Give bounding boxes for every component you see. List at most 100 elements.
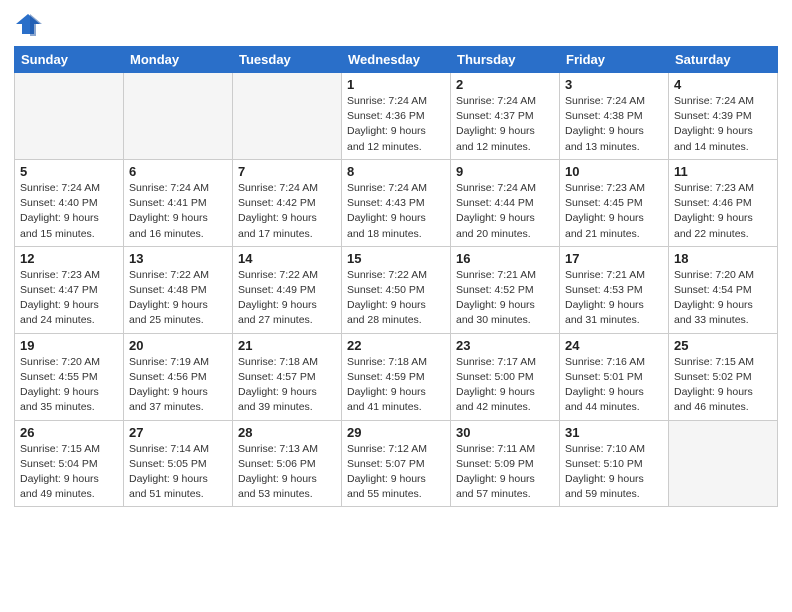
calendar-cell: 22 Sunrise: 7:18 AM Sunset: 4:59 PM Dayli… (342, 333, 451, 420)
day-info: Sunrise: 7:22 AM Sunset: 4:48 PM Dayligh… (129, 268, 227, 329)
day-info: Sunrise: 7:24 AM Sunset: 4:38 PM Dayligh… (565, 94, 663, 155)
header (14, 10, 778, 38)
calendar-cell: 9 Sunrise: 7:24 AM Sunset: 4:44 PM Daylig… (451, 159, 560, 246)
day-number: 30 (456, 425, 554, 440)
calendar-cell: 4 Sunrise: 7:24 AM Sunset: 4:39 PM Daylig… (669, 73, 778, 160)
day-info: Sunrise: 7:24 AM Sunset: 4:36 PM Dayligh… (347, 94, 445, 155)
calendar-cell: 16 Sunrise: 7:21 AM Sunset: 4:52 PM Dayli… (451, 246, 560, 333)
day-number: 22 (347, 338, 445, 353)
day-number: 6 (129, 164, 227, 179)
day-info: Sunrise: 7:19 AM Sunset: 4:56 PM Dayligh… (129, 355, 227, 416)
calendar-cell: 20 Sunrise: 7:19 AM Sunset: 4:56 PM Dayli… (124, 333, 233, 420)
day-number: 9 (456, 164, 554, 179)
day-info: Sunrise: 7:12 AM Sunset: 5:07 PM Dayligh… (347, 442, 445, 503)
calendar-week-row: 5 Sunrise: 7:24 AM Sunset: 4:40 PM Daylig… (15, 159, 778, 246)
calendar-cell: 29 Sunrise: 7:12 AM Sunset: 5:07 PM Dayli… (342, 420, 451, 507)
calendar-cell: 7 Sunrise: 7:24 AM Sunset: 4:42 PM Daylig… (233, 159, 342, 246)
day-info: Sunrise: 7:11 AM Sunset: 5:09 PM Dayligh… (456, 442, 554, 503)
calendar-cell (124, 73, 233, 160)
day-number: 5 (20, 164, 118, 179)
calendar-cell: 12Sunrise: 7:23 AM Sunset: 4:47 PM Dayli… (15, 246, 124, 333)
calendar-header-friday: Friday (560, 47, 669, 73)
calendar-cell: 6Sunrise: 7:24 AM Sunset: 4:41 PM Daylig… (124, 159, 233, 246)
day-number: 25 (674, 338, 772, 353)
calendar-cell: 3 Sunrise: 7:24 AM Sunset: 4:38 PM Daylig… (560, 73, 669, 160)
day-number: 27 (129, 425, 227, 440)
day-info: Sunrise: 7:24 AM Sunset: 4:42 PM Dayligh… (238, 181, 336, 242)
calendar-cell: 2 Sunrise: 7:24 AM Sunset: 4:37 PM Daylig… (451, 73, 560, 160)
day-info: Sunrise: 7:13 AM Sunset: 5:06 PM Dayligh… (238, 442, 336, 503)
day-info: Sunrise: 7:24 AM Sunset: 4:44 PM Dayligh… (456, 181, 554, 242)
day-number: 2 (456, 77, 554, 92)
day-number: 10 (565, 164, 663, 179)
calendar-cell: 15 Sunrise: 7:22 AM Sunset: 4:50 PM Dayli… (342, 246, 451, 333)
calendar-cell: 11Sunrise: 7:23 AM Sunset: 4:46 PM Dayli… (669, 159, 778, 246)
calendar-cell: 28 Sunrise: 7:13 AM Sunset: 5:06 PM Dayli… (233, 420, 342, 507)
day-info: Sunrise: 7:14 AM Sunset: 5:05 PM Dayligh… (129, 442, 227, 503)
day-number: 7 (238, 164, 336, 179)
calendar-cell (233, 73, 342, 160)
day-info: Sunrise: 7:22 AM Sunset: 4:50 PM Dayligh… (347, 268, 445, 329)
day-number: 4 (674, 77, 772, 92)
calendar-cell: 27 Sunrise: 7:14 AM Sunset: 5:05 PM Dayli… (124, 420, 233, 507)
day-info: Sunrise: 7:21 AM Sunset: 4:52 PM Dayligh… (456, 268, 554, 329)
calendar-cell: 23 Sunrise: 7:17 AM Sunset: 5:00 PM Dayli… (451, 333, 560, 420)
day-info: Sunrise: 7:20 AM Sunset: 4:54 PM Dayligh… (674, 268, 772, 329)
day-info: Sunrise: 7:18 AM Sunset: 4:57 PM Dayligh… (238, 355, 336, 416)
day-number: 13 (129, 251, 227, 266)
day-number: 8 (347, 164, 445, 179)
day-number: 23 (456, 338, 554, 353)
day-info: Sunrise: 7:22 AM Sunset: 4:49 PM Dayligh… (238, 268, 336, 329)
day-info: Sunrise: 7:18 AM Sunset: 4:59 PM Dayligh… (347, 355, 445, 416)
calendar-cell: 14Sunrise: 7:22 AM Sunset: 4:49 PM Dayli… (233, 246, 342, 333)
calendar-cell: 31 Sunrise: 7:10 AM Sunset: 5:10 PM Dayli… (560, 420, 669, 507)
day-number: 26 (20, 425, 118, 440)
calendar-cell: 1 Sunrise: 7:24 AM Sunset: 4:36 PM Daylig… (342, 73, 451, 160)
calendar-cell: 8 Sunrise: 7:24 AM Sunset: 4:43 PM Daylig… (342, 159, 451, 246)
day-number: 3 (565, 77, 663, 92)
calendar-cell: 17 Sunrise: 7:21 AM Sunset: 4:53 PM Dayli… (560, 246, 669, 333)
day-info: Sunrise: 7:17 AM Sunset: 5:00 PM Dayligh… (456, 355, 554, 416)
calendar-header-monday: Monday (124, 47, 233, 73)
calendar-header-row: SundayMondayTuesdayWednesdayThursdayFrid… (15, 47, 778, 73)
day-info: Sunrise: 7:21 AM Sunset: 4:53 PM Dayligh… (565, 268, 663, 329)
day-info: Sunrise: 7:24 AM Sunset: 4:43 PM Dayligh… (347, 181, 445, 242)
day-info: Sunrise: 7:15 AM Sunset: 5:02 PM Dayligh… (674, 355, 772, 416)
day-number: 17 (565, 251, 663, 266)
day-number: 24 (565, 338, 663, 353)
day-number: 16 (456, 251, 554, 266)
day-info: Sunrise: 7:16 AM Sunset: 5:01 PM Dayligh… (565, 355, 663, 416)
day-number: 15 (347, 251, 445, 266)
day-number: 29 (347, 425, 445, 440)
day-info: Sunrise: 7:24 AM Sunset: 4:37 PM Dayligh… (456, 94, 554, 155)
calendar-week-row: 19 Sunrise: 7:20 AM Sunset: 4:55 PM Dayli… (15, 333, 778, 420)
day-number: 28 (238, 425, 336, 440)
calendar-week-row: 26 Sunrise: 7:15 AM Sunset: 5:04 PM Dayli… (15, 420, 778, 507)
day-number: 1 (347, 77, 445, 92)
day-number: 31 (565, 425, 663, 440)
calendar-cell: 30 Sunrise: 7:11 AM Sunset: 5:09 PM Dayli… (451, 420, 560, 507)
calendar-cell: 10 Sunrise: 7:23 AM Sunset: 4:45 PM Dayli… (560, 159, 669, 246)
calendar-cell: 19 Sunrise: 7:20 AM Sunset: 4:55 PM Dayli… (15, 333, 124, 420)
calendar-header-tuesday: Tuesday (233, 47, 342, 73)
day-info: Sunrise: 7:15 AM Sunset: 5:04 PM Dayligh… (20, 442, 118, 503)
calendar-cell: 24 Sunrise: 7:16 AM Sunset: 5:01 PM Dayli… (560, 333, 669, 420)
calendar-table: SundayMondayTuesdayWednesdayThursdayFrid… (14, 46, 778, 507)
calendar-cell (15, 73, 124, 160)
day-number: 11 (674, 164, 772, 179)
calendar-header-sunday: Sunday (15, 47, 124, 73)
day-info: Sunrise: 7:24 AM Sunset: 4:39 PM Dayligh… (674, 94, 772, 155)
calendar-week-row: 12Sunrise: 7:23 AM Sunset: 4:47 PM Dayli… (15, 246, 778, 333)
calendar-header-wednesday: Wednesday (342, 47, 451, 73)
logo-icon (14, 10, 42, 38)
calendar-cell: 18Sunrise: 7:20 AM Sunset: 4:54 PM Dayli… (669, 246, 778, 333)
day-info: Sunrise: 7:20 AM Sunset: 4:55 PM Dayligh… (20, 355, 118, 416)
calendar-cell: 13 Sunrise: 7:22 AM Sunset: 4:48 PM Dayli… (124, 246, 233, 333)
calendar-header-saturday: Saturday (669, 47, 778, 73)
day-number: 19 (20, 338, 118, 353)
day-info: Sunrise: 7:23 AM Sunset: 4:45 PM Dayligh… (565, 181, 663, 242)
day-number: 12 (20, 251, 118, 266)
day-number: 20 (129, 338, 227, 353)
day-info: Sunrise: 7:10 AM Sunset: 5:10 PM Dayligh… (565, 442, 663, 503)
day-info: Sunrise: 7:24 AM Sunset: 4:40 PM Dayligh… (20, 181, 118, 242)
